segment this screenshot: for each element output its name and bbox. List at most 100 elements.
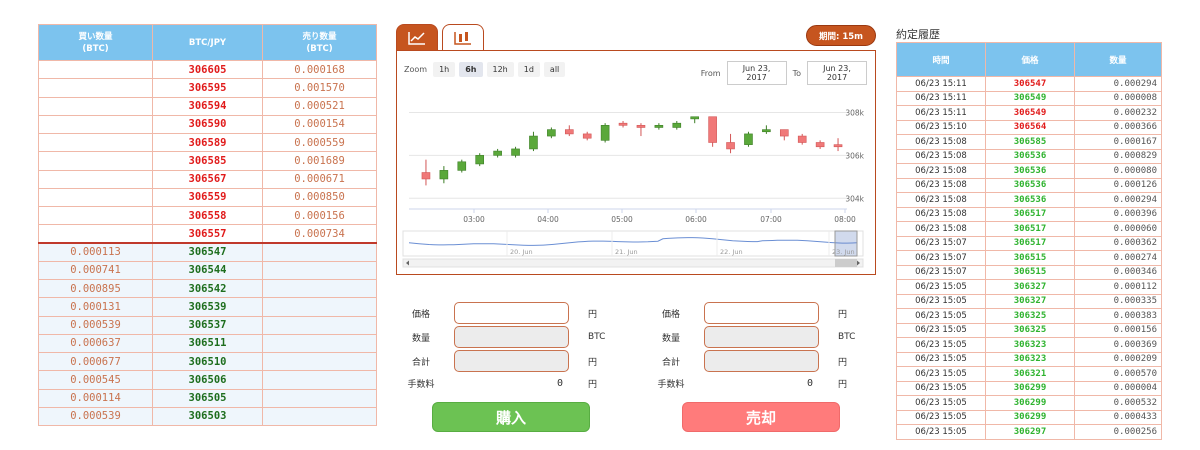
trade-amount: 0.000335 (1074, 293, 1162, 309)
trade-time: 06/23 15:05 (896, 380, 986, 396)
candle-body[interactable] (439, 170, 449, 180)
candle-body[interactable] (636, 125, 646, 128)
bid-row[interactable]: 0.000539 306537 (38, 315, 377, 335)
candle-body[interactable] (493, 150, 502, 156)
to-date-input[interactable]: Jun 23, 2017 (807, 61, 867, 85)
bid-row[interactable]: 0.000677 306510 (38, 351, 377, 372)
bid-row[interactable]: 0.000539 306503 (38, 406, 377, 427)
ask-price: 306585 (152, 151, 263, 171)
buy-total-input[interactable] (454, 350, 569, 372)
zoom-1h-button[interactable]: 1h (433, 62, 456, 77)
trade-amount: 0.000433 (1074, 409, 1162, 425)
trade-amount: 0.000209 (1074, 351, 1162, 367)
candle-body[interactable] (582, 133, 592, 139)
candle-body[interactable] (421, 172, 431, 180)
bid-qty: 0.000114 (38, 388, 153, 408)
bid-row[interactable]: 0.000545 306506 (38, 370, 377, 390)
candle-body[interactable] (475, 155, 485, 165)
ask-row[interactable]: 306567 0.000671 (38, 169, 377, 189)
candle-body[interactable] (564, 129, 574, 135)
ask-row[interactable]: 306595 0.001570 (38, 78, 377, 98)
sell-amount-input[interactable] (704, 326, 819, 348)
candle-body[interactable] (726, 142, 735, 150)
trade-row: 06/23 15:05 306297 0.000256 (896, 424, 1162, 440)
trade-time: 06/23 15:08 (896, 134, 986, 150)
candlestick-chart-tab[interactable] (442, 24, 484, 50)
line-chart-tab[interactable] (396, 24, 438, 50)
bid-row[interactable]: 0.000113 306547 (38, 242, 377, 262)
sell-button[interactable]: 売却 (682, 402, 840, 432)
trade-row: 06/23 15:08 306536 0.000294 (896, 192, 1162, 208)
from-date-input[interactable]: Jun 23, 2017 (726, 61, 787, 85)
zoom-all-button[interactable]: all (543, 62, 566, 77)
trade-row: 06/23 15:11 306547 0.000294 (896, 76, 1162, 92)
period-badge[interactable]: 期間: 15m (806, 25, 876, 46)
bid-row[interactable]: 0.000637 306511 (38, 333, 377, 354)
ask-row[interactable]: 306589 0.000559 (38, 132, 377, 153)
trade-history-table: 時間 価格 数量 06/23 15:11 306547 0.000294 06/23 … (896, 42, 1162, 440)
bid-price: 306539 (152, 297, 263, 317)
trade-amount: 0.000362 (1074, 235, 1162, 251)
x-tick-label: 04:00 (537, 215, 559, 224)
trade-row: 06/23 15:07 306515 0.000346 (896, 264, 1162, 280)
ask-row[interactable]: 306590 0.000154 (38, 114, 377, 135)
candle-body[interactable] (744, 133, 753, 145)
zoom-12h-button[interactable]: 12h (486, 62, 514, 77)
buy-amount-row: 数量 BTC (398, 326, 608, 348)
buy-button[interactable]: 購入 (432, 402, 590, 432)
buy-price-input[interactable] (454, 302, 569, 324)
candle-body[interactable] (654, 125, 664, 128)
ask-row[interactable]: 306605 0.000168 (38, 59, 377, 80)
ask-row[interactable]: 306594 0.000521 (38, 96, 377, 116)
trade-price: 306585 (985, 134, 1075, 150)
candle-body[interactable] (779, 129, 789, 137)
trade-price: 306321 (985, 366, 1075, 382)
candle-body[interactable] (618, 122, 628, 126)
ask-row[interactable]: 306559 0.000850 (38, 187, 377, 208)
ask-qty: 0.000154 (262, 114, 377, 135)
candle-body[interactable] (600, 125, 610, 141)
candle-body[interactable] (708, 116, 717, 143)
bid-row[interactable]: 0.000114 306505 (38, 388, 377, 408)
ask-row[interactable]: 306585 0.001689 (38, 151, 377, 171)
trade-time: 06/23 15:05 (896, 293, 986, 309)
candle-body[interactable] (797, 135, 807, 143)
bid-price: 306544 (152, 260, 263, 281)
candle-body[interactable] (833, 144, 843, 148)
candle-body[interactable] (815, 142, 825, 148)
trade-price: 306515 (985, 264, 1075, 280)
zoom-6h-button[interactable]: 6h (459, 62, 483, 77)
navigator-tick-label: 21. Jun (615, 248, 638, 256)
candle-body[interactable] (511, 148, 520, 156)
bid-row[interactable]: 0.000895 306542 (38, 278, 377, 299)
trade-time: 06/23 15:05 (896, 351, 986, 367)
bid-row[interactable]: 0.000741 306544 (38, 260, 377, 281)
chart-scrollbar[interactable] (402, 258, 864, 268)
ask-row[interactable]: 306558 0.000156 (38, 205, 377, 226)
sell-price-input[interactable] (704, 302, 819, 324)
buy-price-label: 価格 (411, 309, 430, 320)
scrollbar-thumb[interactable] (835, 259, 857, 267)
candle-body[interactable] (457, 161, 467, 171)
ask-qty: 0.000156 (262, 205, 377, 226)
trade-price: 306536 (985, 177, 1075, 193)
candle-body[interactable] (529, 135, 538, 150)
ask-row[interactable]: 306557 0.000734 (38, 224, 377, 245)
trade-row: 06/23 15:11 306549 0.000232 (896, 105, 1162, 121)
sell-amount-header: 売り数量 (BTC) (262, 24, 377, 61)
trade-price: 306325 (985, 322, 1075, 338)
sell-total-input[interactable] (704, 350, 819, 372)
sell-fee-row: 手数料 0 円 (648, 372, 858, 394)
candle-body[interactable] (690, 116, 700, 120)
trade-price: 306549 (985, 90, 1075, 106)
x-tick-label: 07:00 (760, 215, 782, 224)
candle-body[interactable] (547, 129, 556, 137)
bid-row[interactable]: 0.000131 306539 (38, 297, 377, 317)
trade-row: 06/23 15:05 306327 0.000112 (896, 279, 1162, 295)
candle-body[interactable] (672, 122, 682, 128)
buy-amount-input[interactable] (454, 326, 569, 348)
candle-body[interactable] (762, 129, 771, 133)
x-tick-label: 03:00 (463, 215, 485, 224)
ask-qty: 0.000671 (262, 169, 377, 189)
zoom-1d-button[interactable]: 1d (517, 62, 540, 77)
